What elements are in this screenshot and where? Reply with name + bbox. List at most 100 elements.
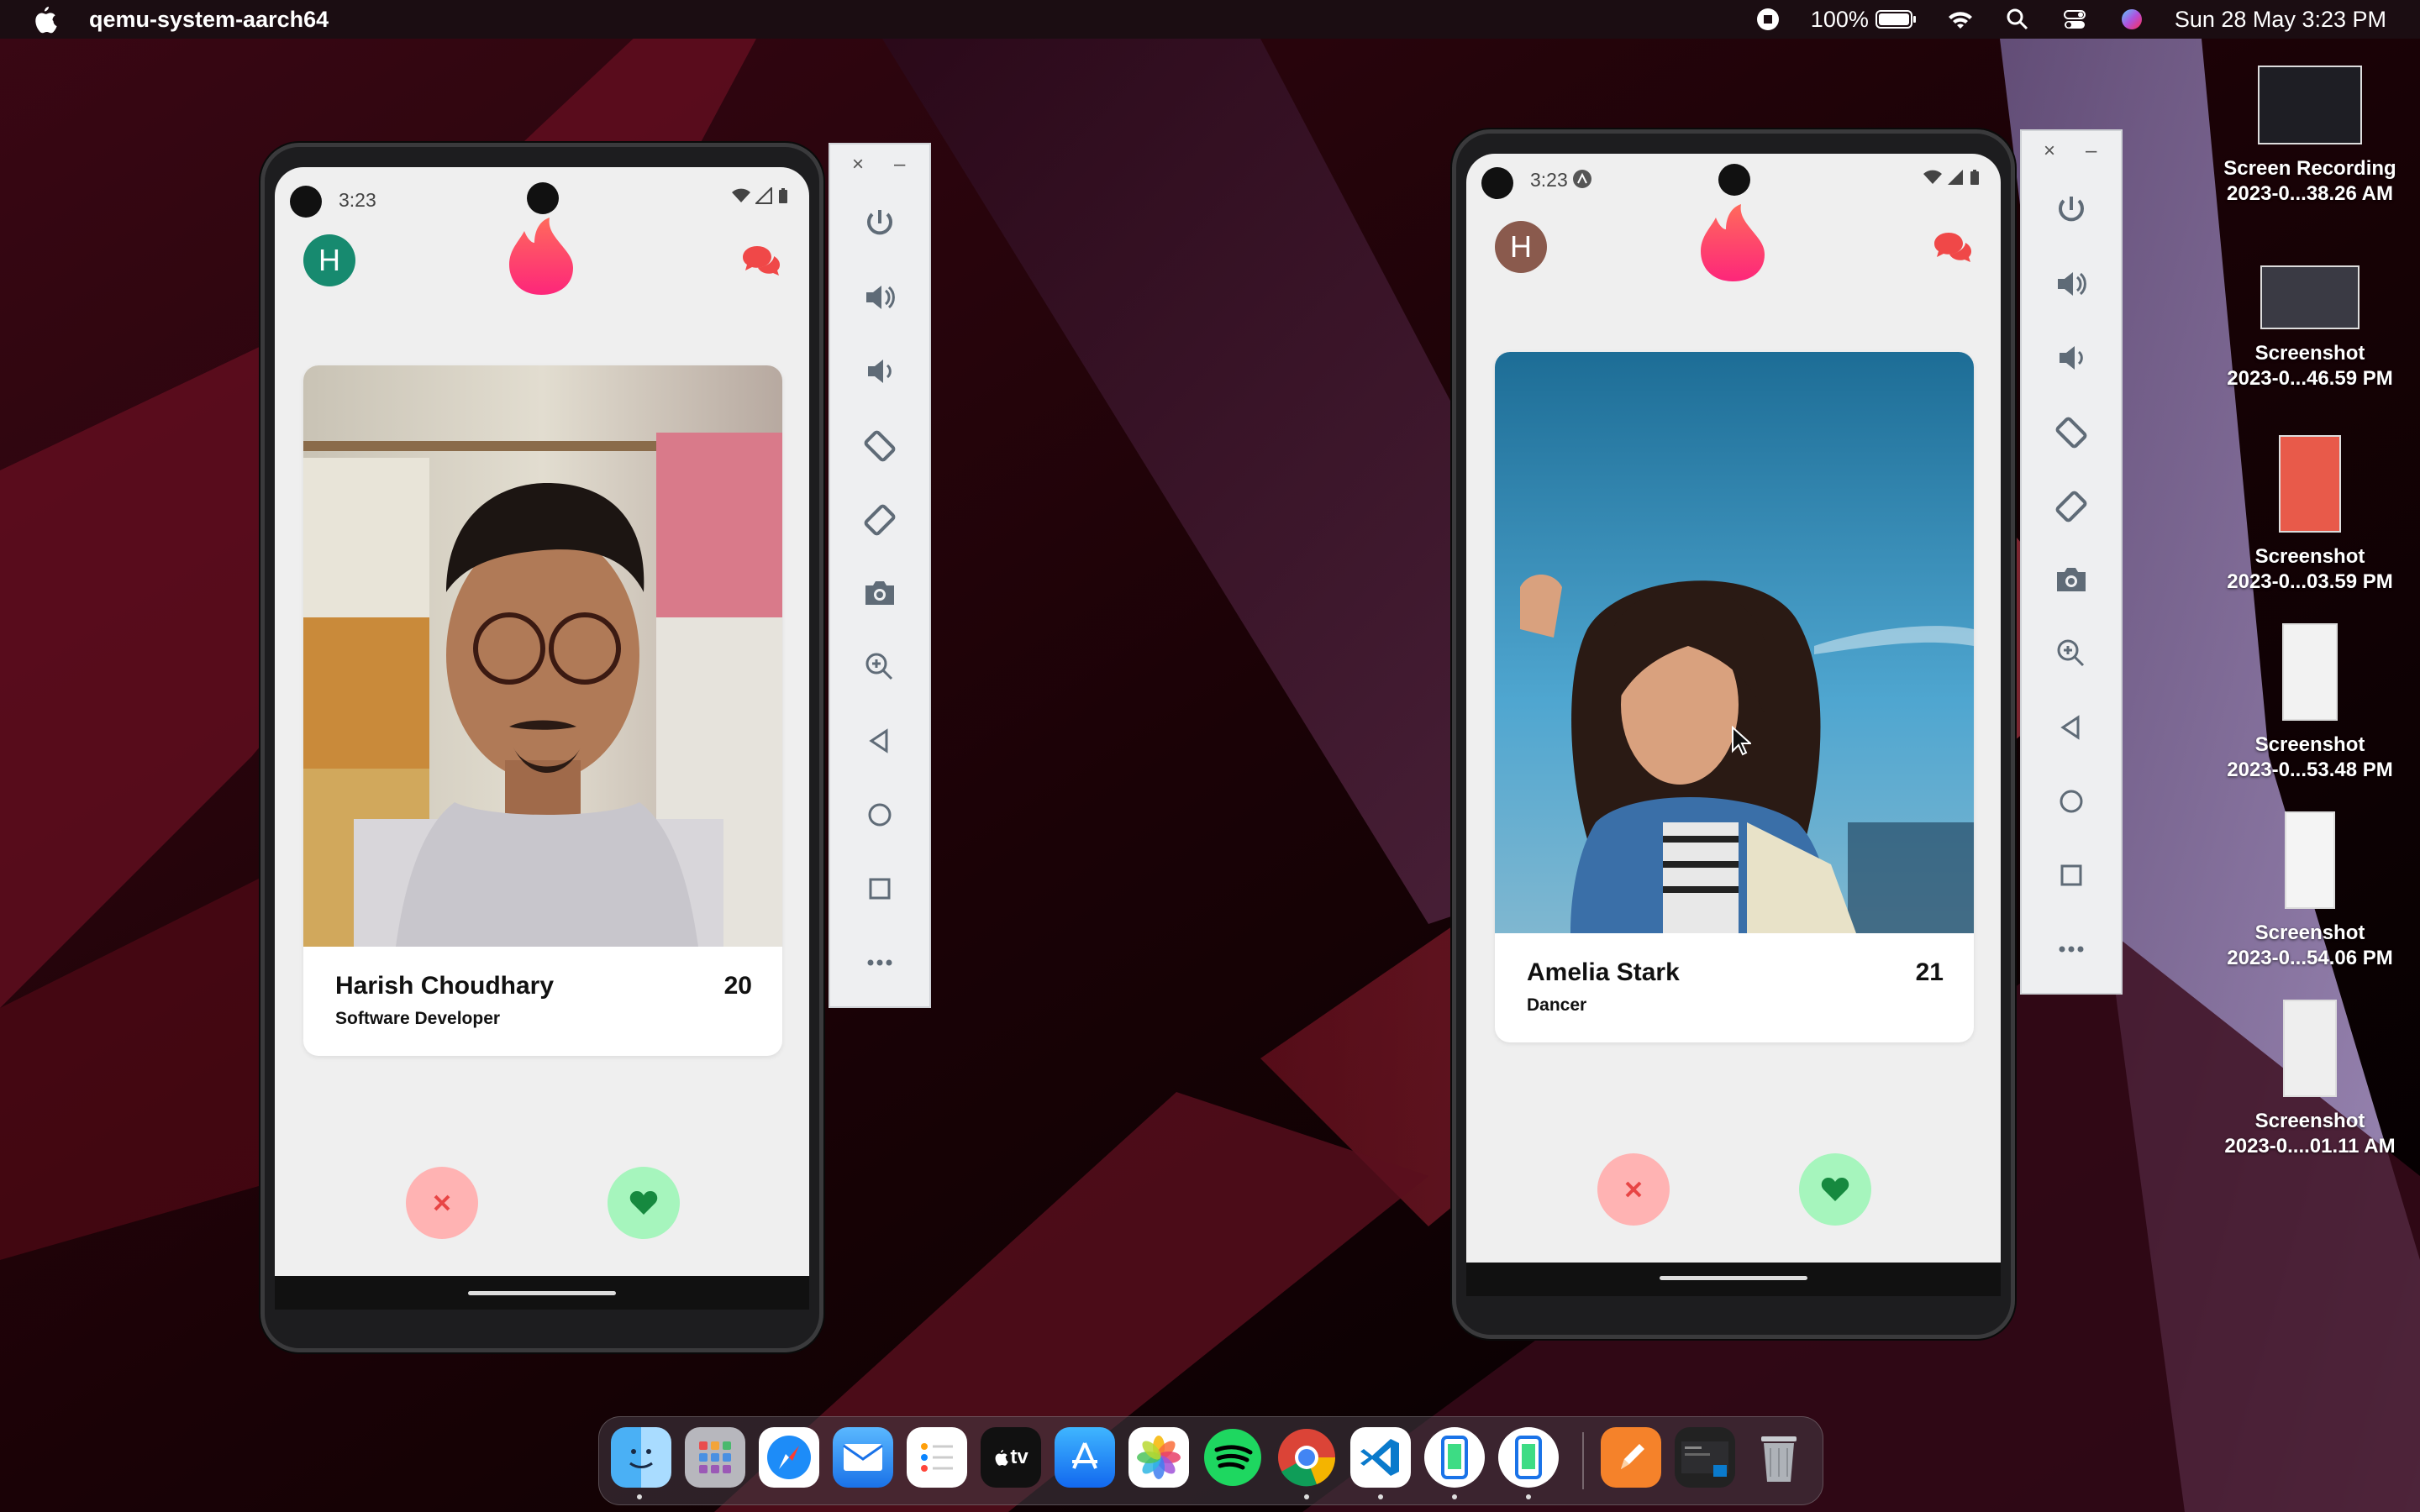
launchpad-icon[interactable]: [685, 1427, 745, 1488]
active-app-name[interactable]: qemu-system-aarch64: [89, 7, 329, 33]
back-button[interactable]: [2022, 706, 2121, 749]
overview-button[interactable]: [830, 867, 929, 911]
close-emulator-button[interactable]: ×: [852, 153, 864, 176]
battery-status[interactable]: 100%: [1811, 7, 1918, 33]
desktop-file-screenshot[interactable]: Screenshot 2023-0...54.06 PM: [2213, 811, 2407, 971]
home-gesture-pill[interactable]: [468, 1291, 616, 1295]
volume-down-icon: [868, 360, 892, 383]
profile-avatar[interactable]: H: [303, 234, 355, 286]
menu-bar-clock[interactable]: Sun 28 May 3:23 PM: [2175, 7, 2386, 33]
zoom-in-icon: [865, 653, 893, 680]
control-center-icon[interactable]: [2060, 7, 2089, 32]
vscode-icon[interactable]: [1350, 1427, 1411, 1488]
wifi-icon: [1923, 170, 1942, 184]
notification-dot: [1481, 167, 1513, 199]
reminders-icon[interactable]: [907, 1427, 967, 1488]
chrome-icon[interactable]: [1276, 1427, 1337, 1488]
file-name-line1: Screenshot: [2254, 1110, 2365, 1132]
pages-document-icon[interactable]: [1601, 1427, 1661, 1488]
emulator-controls-1: × –: [829, 143, 931, 1008]
desktop-file-screenshot[interactable]: Screenshot 2023-0...03.59 PM: [2213, 435, 2407, 595]
overview-square-icon: [869, 878, 891, 900]
running-indicator: [1452, 1494, 1457, 1499]
mouse-cursor-icon: [1732, 726, 1751, 756]
chat-icon[interactable]: [1933, 231, 1972, 265]
desktop-file-screenshot[interactable]: Screenshot 2023-0....01.11 AM: [2213, 1000, 2407, 1159]
home-button[interactable]: [830, 793, 929, 837]
overview-button[interactable]: [2022, 853, 2121, 897]
siri-icon[interactable]: [2118, 7, 2146, 32]
home-gesture-pill[interactable]: [1660, 1276, 1807, 1280]
wifi-icon[interactable]: [1946, 7, 1975, 32]
profile-card[interactable]: Amelia Stark 21 Dancer: [1495, 352, 1974, 1042]
file-name-line1: Screenshot: [2254, 545, 2365, 568]
android-emulator-icon-1[interactable]: [1424, 1427, 1485, 1488]
profile-job: Dancer: [1527, 995, 1587, 1015]
like-button[interactable]: [1799, 1153, 1871, 1226]
running-indicator: [1378, 1494, 1383, 1499]
file-name-line2: 2023-0...54.06 PM: [2227, 947, 2393, 969]
zoom-button[interactable]: [2022, 632, 2121, 675]
file-name-line2: 2023-0...53.48 PM: [2227, 759, 2393, 781]
rotate-right-button[interactable]: [2022, 484, 2121, 528]
photos-icon[interactable]: [1128, 1427, 1189, 1488]
power-button[interactable]: [2022, 188, 2121, 232]
minimize-emulator-button[interactable]: –: [2086, 139, 2096, 163]
rotate-left-icon: [2055, 417, 2087, 449]
like-button[interactable]: [608, 1167, 680, 1239]
rotate-right-button[interactable]: [830, 497, 929, 541]
back-button[interactable]: [830, 719, 929, 763]
dock: tv: [598, 1416, 1823, 1505]
safari-icon[interactable]: [759, 1427, 819, 1488]
trash-icon[interactable]: [1749, 1427, 1809, 1488]
battery-icon: [1875, 10, 1916, 29]
reject-button[interactable]: [1597, 1153, 1670, 1226]
power-button[interactable]: [830, 202, 929, 245]
home-button[interactable]: [2022, 780, 2121, 823]
desktop-file-screenshot[interactable]: Screenshot 2023-0...46.59 PM: [2213, 265, 2407, 391]
status-time: 3:23: [339, 189, 376, 211]
front-camera: [527, 182, 559, 214]
finder-icon[interactable]: [611, 1427, 671, 1488]
rotate-left-button[interactable]: [830, 423, 929, 467]
desktop-file-screen-recording[interactable]: Screen Recording 2023-0...38.26 AM: [2213, 66, 2407, 207]
file-thumbnail: [2258, 66, 2362, 144]
reject-button[interactable]: [406, 1167, 478, 1239]
apple-tv-icon[interactable]: tv: [981, 1427, 1041, 1488]
profile-avatar[interactable]: H: [1495, 221, 1547, 273]
volume-up-button[interactable]: [830, 276, 929, 319]
profile-photo: [303, 365, 782, 947]
more-options-button[interactable]: [830, 941, 929, 984]
spotlight-search-icon[interactable]: [2003, 7, 2032, 32]
system-icons: [1923, 169, 1981, 186]
more-dots-icon: [2059, 946, 2084, 953]
volume-down-icon: [2060, 346, 2083, 370]
profile-age: 21: [1915, 958, 1944, 986]
apple-menu-icon[interactable]: [32, 5, 57, 34]
mail-icon[interactable]: [833, 1427, 893, 1488]
file-name-line2: 2023-0...03.59 PM: [2227, 570, 2393, 593]
screen-recording-stop-icon[interactable]: [1754, 7, 1782, 32]
zoom-button[interactable]: [830, 645, 929, 689]
profile-card[interactable]: Harish Choudhary 20 Software Developer: [303, 365, 782, 1056]
minimize-emulator-button[interactable]: –: [894, 153, 905, 176]
desktop-file-screenshot[interactable]: Screenshot 2023-0...53.48 PM: [2213, 623, 2407, 783]
volume-up-button[interactable]: [2022, 262, 2121, 306]
accessibility-icon: [1573, 170, 1591, 188]
android-emulator-icon-2[interactable]: [1498, 1427, 1559, 1488]
camera-icon: [2057, 568, 2086, 591]
chat-icon[interactable]: [742, 244, 781, 278]
more-options-button[interactable]: [2022, 927, 2121, 971]
apple-tv-label: tv: [1010, 1446, 1028, 1468]
overview-square-icon: [2060, 864, 2082, 886]
screenshot-button[interactable]: [830, 571, 929, 615]
volume-down-button[interactable]: [2022, 336, 2121, 380]
app-store-icon[interactable]: [1055, 1427, 1115, 1488]
close-emulator-button[interactable]: ×: [2044, 139, 2055, 163]
volume-down-button[interactable]: [830, 349, 929, 393]
rotate-left-button[interactable]: [2022, 410, 2121, 454]
recent-window-thumbnail-icon[interactable]: [1675, 1427, 1735, 1488]
spotify-icon[interactable]: [1202, 1427, 1263, 1488]
screenshot-button[interactable]: [2022, 558, 2121, 601]
emulator-controls-2: × –: [2020, 129, 2123, 995]
